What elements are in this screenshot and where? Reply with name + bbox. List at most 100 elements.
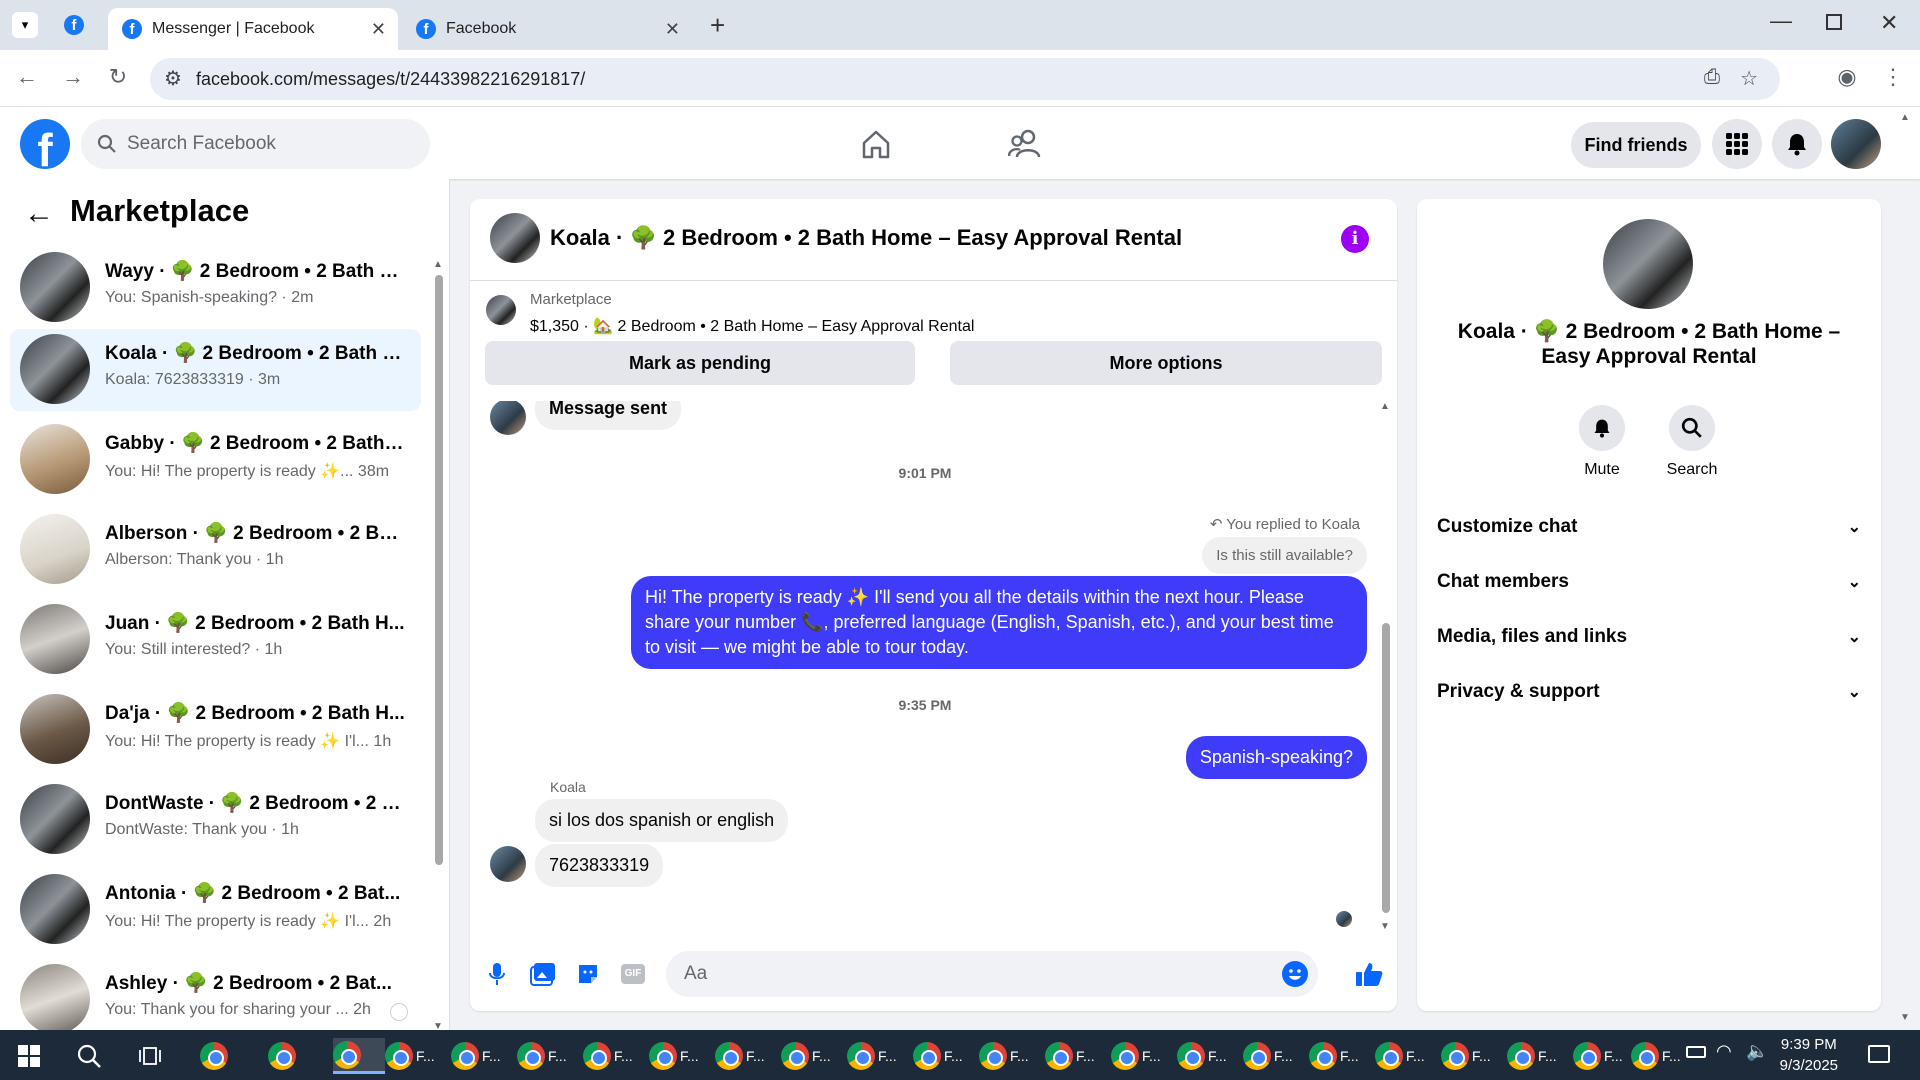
gif-icon[interactable]: GIF [618,959,648,989]
privacy-support-row[interactable]: Privacy & support ⌄ [1437,672,1861,712]
listing-detail[interactable]: $1,350 · 🏡 2 Bedroom • 2 Bath Home – Eas… [530,316,974,336]
scrollbar-thumb[interactable] [435,275,443,865]
customize-chat-row[interactable]: Customize chat ⌄ [1437,507,1861,547]
taskbar-window[interactable]: F... [715,1038,767,1074]
pinned-facebook-tab[interactable]: f [64,15,94,35]
wifi-icon[interactable]: ◠ [1716,1041,1732,1062]
find-friends-button[interactable]: Find friends [1571,122,1701,168]
new-tab-icon[interactable]: + [710,10,725,41]
friends-icon[interactable] [1008,128,1042,160]
taskbar-window[interactable]: F... [1177,1038,1229,1074]
conversation-item[interactable]: Alberson · 🌳 2 Bedroom • 2 Bat... Albers… [10,509,421,591]
back-arrow-icon[interactable]: ← [24,197,54,231]
account-avatar[interactable] [1831,119,1881,169]
taskbar-window[interactable]: F... [517,1038,569,1074]
conversation-list-scrollbar[interactable]: ▲ ▼ [433,259,445,1030]
forward-arrow-icon[interactable]: → [58,64,88,90]
quoted-message[interactable]: Is this still available? [1202,537,1367,574]
outgoing-message[interactable]: Spanish-speaking? [1185,736,1367,779]
notification-center-icon[interactable] [1868,1045,1890,1063]
photo-icon[interactable] [528,959,558,989]
reload-icon[interactable]: ↻ [103,64,133,90]
info-icon[interactable]: i [1341,225,1369,253]
taskbar-chrome-app[interactable] [268,1038,320,1074]
back-arrow-icon[interactable]: ← [12,64,42,90]
close-window-icon[interactable]: ✕ [1880,10,1898,36]
taskbar-window[interactable]: F... [1375,1038,1427,1074]
close-tab-icon[interactable]: ✕ [371,19,386,40]
taskbar-window[interactable]: F... [1631,1038,1683,1074]
chat-scrollbar[interactable]: ▲ ▼ [1380,401,1392,932]
chat-members-row[interactable]: Chat members ⌄ [1437,562,1861,602]
system-clock[interactable]: 9:39 PM 9/3/2025 [1780,1034,1838,1076]
restore-window-icon[interactable] [1826,14,1842,30]
taskbar-window[interactable]: F... [1111,1038,1163,1074]
address-bar[interactable]: ⚙ facebook.com/messages/t/24433982216291… [150,58,1780,100]
tab-facebook[interactable]: f Facebook ✕ [402,8,692,50]
conversation-item-active[interactable]: Koala · 🌳 2 Bedroom • 2 Bath H... Koala:… [10,329,421,411]
thumbs-up-icon[interactable] [1354,959,1384,989]
facebook-logo-icon[interactable]: f [20,119,70,169]
task-view-icon[interactable] [138,1045,162,1067]
conversation-item[interactable]: Juan · 🌳 2 Bedroom • 2 Bath H... You: St… [10,599,421,681]
incoming-message[interactable]: 7623833319 [535,844,664,887]
taskbar-window[interactable]: F... [1507,1038,1559,1074]
mute-button[interactable]: Mute [1557,405,1647,479]
conversation-item[interactable]: Wayy · 🌳 2 Bedroom • 2 Bath H... You: Sp… [10,247,421,329]
taskbar-window[interactable]: F... [1441,1038,1493,1074]
taskbar-window[interactable]: F... [583,1038,635,1074]
conversation-item[interactable]: Ashley · 🌳 2 Bedroom • 2 Bat... You: Tha… [10,959,421,1030]
taskbar-window[interactable]: F... [913,1038,965,1074]
close-tab-icon[interactable]: ✕ [665,19,680,40]
sticker-icon[interactable] [573,959,603,989]
tab-search-dropdown-icon[interactable]: ▾ [12,12,38,38]
message-input[interactable]: Aa [666,951,1318,997]
chat-title[interactable]: Koala · 🌳 2 Bedroom • 2 Bath Home – Easy… [550,225,1182,251]
bookmark-star-icon[interactable]: ☆ [1740,66,1758,91]
notifications-button[interactable] [1772,119,1822,169]
scrollbar-thumb[interactable] [1382,623,1390,913]
install-app-icon[interactable]: ⎙ [1704,66,1720,89]
listing-thumbnail[interactable] [490,213,540,263]
site-info-icon[interactable]: ⚙ [164,66,182,91]
microphone-icon[interactable] [482,959,512,989]
page-scroll-up-icon[interactable]: ▲ [1900,112,1910,123]
tab-messenger[interactable]: f Messenger | Facebook ✕ [108,8,398,50]
more-options-button[interactable]: More options [950,341,1382,385]
battery-icon[interactable] [1686,1046,1706,1058]
listing-image[interactable] [1603,219,1693,309]
volume-icon[interactable]: 🔈 [1746,1041,1768,1062]
taskbar-window[interactable]: F... [847,1038,899,1074]
windows-start-icon[interactable] [18,1045,40,1067]
conversation-item[interactable]: Antonia · 🌳 2 Bedroom • 2 Bat... You: Hi… [10,869,421,951]
taskbar-window[interactable]: F... [781,1038,833,1074]
taskbar-search-icon[interactable] [76,1043,102,1069]
taskbar-window[interactable]: F... [979,1038,1031,1074]
scroll-down-icon[interactable]: ▼ [433,1021,443,1030]
page-scroll-down-icon[interactable]: ▼ [1900,1012,1910,1023]
taskbar-window[interactable]: F... [1243,1038,1295,1074]
profile-icon[interactable]: ◉ [1832,64,1862,90]
conversation-item[interactable]: DontWaste · 🌳 2 Bedroom • 2 B... DontWas… [10,779,421,861]
taskbar-window[interactable]: F... [385,1038,437,1074]
conversation-item[interactable]: Gabby · 🌳 2 Bedroom • 2 Bath ... You: Hi… [10,419,421,501]
taskbar-chrome-app[interactable] [333,1038,385,1074]
scroll-up-icon[interactable]: ▲ [1380,401,1390,412]
media-files-links-row[interactable]: Media, files and links ⌄ [1437,617,1861,657]
taskbar-window[interactable]: F... [1309,1038,1361,1074]
browser-menu-icon[interactable]: ⋮ [1878,64,1908,90]
taskbar-window[interactable]: F... [649,1038,701,1074]
minimize-window-icon[interactable]: — [1770,8,1792,34]
search-in-conversation-button[interactable]: Search [1647,405,1737,479]
mark-as-pending-button[interactable]: Mark as pending [485,341,915,385]
outgoing-message[interactable]: Hi! The property is ready ✨ I'll send yo… [631,576,1367,669]
taskbar-chrome-app[interactable] [200,1038,252,1074]
taskbar-window[interactable]: F... [1573,1038,1625,1074]
emoji-icon[interactable] [1282,961,1308,987]
scroll-up-icon[interactable]: ▲ [433,259,443,270]
taskbar-window[interactable]: F... [451,1038,503,1074]
facebook-search-input[interactable]: Search Facebook [81,119,430,169]
incoming-message[interactable]: si los dos spanish or english [535,799,789,842]
home-icon[interactable] [860,128,892,160]
menu-grid-button[interactable] [1712,119,1762,169]
